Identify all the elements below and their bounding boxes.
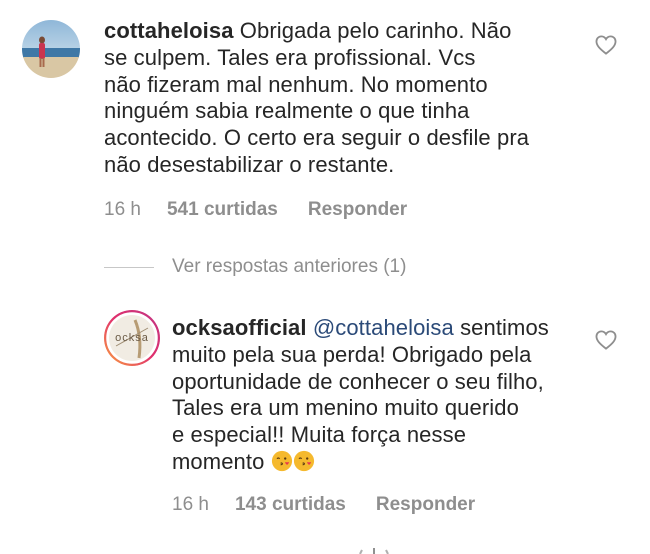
comment-cottaheloisa: cottaheloisa Obrigada pelo carinho. Não …: [0, 0, 650, 240]
comment-line-6: momento: [172, 449, 592, 476]
comment-line-3: não fizeram mal nenhum. No momento: [104, 71, 488, 97]
loading-spinner-icon: [359, 548, 389, 554]
username[interactable]: cottaheloisa: [104, 18, 234, 43]
comment-text: ocksaofficial @cottaheloisa sentimos mui…: [172, 315, 592, 476]
username[interactable]: ocksaofficial: [172, 315, 307, 340]
timestamp: 16 h: [172, 494, 209, 515]
comment-line-4: Tales era um menino muito querido: [172, 395, 519, 421]
comment-line-1: ocksaofficial @cottaheloisa sentimos: [172, 315, 592, 342]
comment-line-2: muito pela sua perda! Obrigado pela: [172, 341, 532, 367]
likes-count[interactable]: 541 curtidas: [167, 199, 278, 220]
comment-text: cottaheloisa Obrigada pelo carinho. Não …: [104, 18, 624, 179]
comment-line-1: cottaheloisa Obrigada pelo carinho. Não: [104, 18, 624, 45]
comment-meta: 16 h 541 curtidas Responder: [104, 199, 407, 221]
heart-icon[interactable]: [595, 330, 617, 350]
reply-button[interactable]: Responder: [308, 199, 407, 220]
heart-icon[interactable]: [595, 35, 617, 55]
comment-line-5: e especial!! Muita força nesse: [172, 422, 467, 448]
comment-line-5: acontecido. O certo era seguir o desfile…: [104, 125, 530, 151]
comment-line-text: sentimos: [460, 315, 549, 340]
comment-line-6: não desestabilizar o restante.: [104, 151, 395, 177]
comment-line-2: se culpem. Tales era profissional. Vcs: [104, 44, 476, 70]
comment-line-4: ninguém sabia realmente o que tinha: [104, 98, 470, 124]
reply-button[interactable]: Responder: [376, 494, 475, 515]
kissing-face-emoji: [271, 450, 292, 472]
timestamp: 16 h: [104, 199, 141, 220]
view-previous-replies-label: Ver respostas anteriores (1): [172, 256, 407, 277]
comment-line-3: oportunidade de conhecer o seu filho,: [172, 368, 544, 394]
divider-line: [104, 266, 154, 268]
comment-line-text: momento: [172, 448, 265, 474]
comment-meta: 16 h 143 curtidas Responder: [172, 494, 475, 516]
avatar[interactable]: [22, 20, 80, 78]
avatar-photo: [22, 20, 80, 78]
mention-link[interactable]: @cottaheloisa: [313, 315, 454, 340]
svg-text:ocksa: ocksa: [115, 332, 149, 344]
comment-ocksaofficial: ocksa ocksaofficial @cottaheloisa sentim…: [0, 300, 650, 540]
likes-count[interactable]: 143 curtidas: [235, 494, 346, 515]
comment-line-text: Obrigada pelo carinho. Não: [239, 18, 512, 43]
ocksa-logo-avatar: ocksa: [104, 310, 160, 366]
kissing-face-emoji: [293, 450, 314, 472]
view-previous-replies-button[interactable]: Ver respostas anteriores (1): [104, 256, 406, 278]
avatar[interactable]: ocksa: [104, 310, 160, 366]
